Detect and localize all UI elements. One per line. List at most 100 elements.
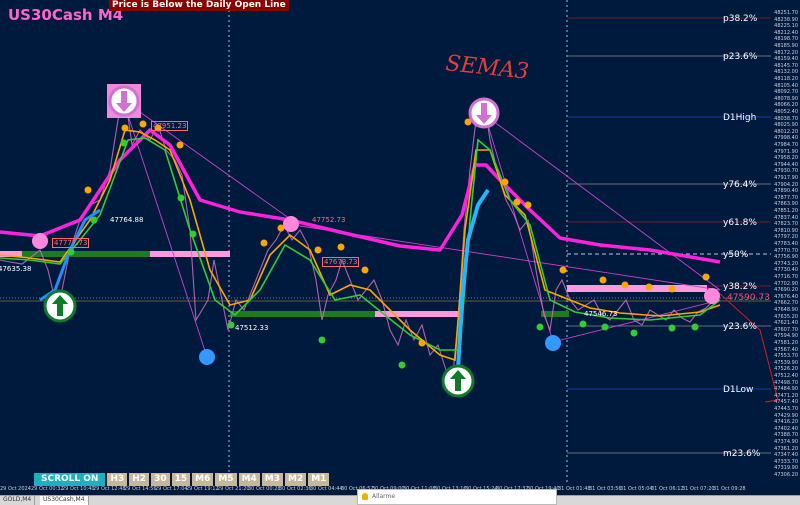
price-axis-tick: 47730.40	[774, 267, 798, 274]
price-axis-tick: 47743.20	[774, 260, 798, 267]
price-line	[0, 94, 715, 386]
blue-swing-dot	[545, 335, 561, 351]
time-axis-tick: 31 Oct 06:12	[651, 486, 684, 492]
pink-swing-dot	[32, 233, 48, 249]
price-axis-tick: 47457.40	[774, 399, 798, 406]
bell-icon	[362, 493, 368, 500]
orange-signal-dot	[501, 178, 509, 186]
price-label: 47512.33	[235, 324, 269, 332]
price-axis-tick: 48251.70	[774, 10, 798, 16]
time-axis-tick: 31 Oct 03:56	[589, 486, 622, 492]
price-axis-tick: 47770.70	[774, 247, 798, 254]
green-signal-dot	[318, 336, 326, 344]
time-axis-tick: 30 Oct 02:36	[279, 486, 312, 492]
price-axis-tick: 47443.70	[774, 406, 798, 412]
price-label: 47635.38	[0, 265, 32, 273]
handwritten-annotation: SEMA3	[444, 51, 530, 85]
orange-signal-dot	[84, 186, 92, 194]
orange-signal-dot	[668, 285, 676, 293]
price-axis-tick: 47607.70	[774, 326, 798, 333]
time-axis-tick: 31 Oct 07:20	[682, 486, 715, 492]
time-axis-tick: 29 Oct 14:56	[124, 486, 157, 492]
price-axis-tick: 48105.40	[774, 82, 798, 89]
price-axis-tick: 47306.20	[774, 472, 798, 478]
price-axis-tick: 48185.90	[774, 43, 798, 49]
price-axis-tick: 48012.20	[774, 128, 798, 135]
price-axis-tick: 47676.40	[774, 293, 798, 300]
timeframe-button-m3[interactable]: M3	[261, 473, 283, 486]
price-axis-tick: 47361.20	[774, 445, 798, 452]
price-axis-tick: 47851.20	[774, 208, 798, 214]
orange-signal-dot	[418, 339, 426, 347]
fib-label: y76.4%	[723, 180, 757, 190]
price-axis-tick: 47823.70	[774, 221, 798, 228]
green-signal-dot	[691, 323, 699, 331]
timeframe-button-30[interactable]: 30	[151, 473, 170, 486]
price-axis-tick: 47635.20	[774, 313, 798, 320]
scroll-on-button[interactable]: SCROLL ON	[34, 473, 106, 486]
timeframe-button-h2[interactable]: H2	[129, 473, 150, 486]
timeframe-button-m2[interactable]: M2	[285, 473, 307, 486]
price-axis-tick: 47402.40	[774, 425, 798, 432]
price-axis-tick: 47984.70	[774, 142, 798, 148]
orange-signal-dot	[361, 266, 369, 274]
chart-tab[interactable]: GOLD,M4	[0, 496, 36, 505]
orange-signal-dot	[139, 120, 147, 128]
green-signal-dot	[630, 329, 638, 337]
price-axis-tick: 47797.20	[774, 234, 798, 241]
time-axis-tick: 29 Oct 12:48	[93, 486, 126, 492]
price-axis-tick: 48078.90	[774, 95, 798, 102]
price-axis-tick: 47648.90	[774, 307, 798, 313]
price-axis-tick: 47553.70	[774, 353, 798, 360]
price-axis-tick: 47374.90	[774, 439, 798, 445]
current-price-label: 47590.73	[727, 293, 770, 303]
green-signal-dot	[536, 323, 544, 331]
timeframe-button-m1[interactable]: M1	[308, 473, 330, 486]
price-axis-tick: 47662.70	[774, 300, 798, 307]
price-axis-tick: 47388.70	[774, 432, 798, 439]
resistance-zone	[567, 285, 707, 292]
green-signal-dot	[579, 320, 587, 328]
time-axis-tick: 29 Oct 19:12	[186, 486, 219, 492]
timeframe-button-m6[interactable]: M6	[192, 473, 214, 486]
orange-signal-dot	[337, 243, 345, 251]
timeframe-button-15[interactable]: 15	[171, 473, 191, 486]
green-signal-dot	[120, 139, 128, 147]
timeframe-button-m4[interactable]: M4	[238, 473, 260, 486]
price-chart[interactable]: SEMA3	[0, 0, 800, 485]
signal-arrows	[43, 84, 500, 398]
alarm-window[interactable]: Allarme	[357, 489, 557, 505]
green-signal-dot	[601, 323, 609, 331]
price-axis-tick: 48238.90	[774, 16, 798, 23]
price-axis-tick: 47512.40	[774, 373, 798, 379]
orange-signal-dot	[621, 281, 629, 289]
price-axis-tick: 48159.40	[774, 56, 798, 63]
price-axis-tick: 47890.40	[774, 188, 798, 195]
time-axis-tick: 29 Oct 21:20	[217, 486, 250, 492]
timeframe-button-m5[interactable]: M5	[215, 473, 237, 486]
chart-tab[interactable]: US30Cash,M4	[40, 496, 89, 505]
price-axis-tick: 47567.40	[774, 346, 798, 353]
orange-signal-dot	[314, 246, 322, 254]
fib-label: y38.2%	[723, 282, 757, 292]
price-axis-tick: 47690.20	[774, 287, 798, 294]
price-axis-tick: 47702.90	[774, 280, 798, 287]
price-series	[0, 94, 715, 386]
price-axis[interactable]: 48251.70 48238.90 48225.10 48212.40 48198.70…	[772, 0, 800, 485]
daily-open-banner: Price is Below the Daily Open Line	[109, 0, 289, 11]
resistance-zone	[150, 251, 230, 257]
price-axis-tick: 48025.90	[774, 122, 798, 129]
price-axis-tick: 47498.70	[774, 379, 798, 386]
price-axis-tick: 47526.20	[774, 366, 798, 373]
price-label: 47673.73	[322, 257, 360, 267]
fib-label: y50%	[723, 250, 749, 260]
time-axis-tick: 31 Oct 05:04	[620, 486, 653, 492]
orange-signal-dot	[645, 283, 653, 291]
price-axis-tick: 47863.90	[774, 201, 798, 208]
price-axis-tick: 47783.40	[774, 241, 798, 247]
orange-signal-dot	[599, 276, 607, 284]
ema-fast	[0, 137, 721, 351]
timeframe-button-h3[interactable]: H3	[107, 473, 128, 486]
price-axis-tick: 48198.70	[774, 36, 798, 43]
price-axis-tick: 47877.70	[774, 194, 798, 201]
